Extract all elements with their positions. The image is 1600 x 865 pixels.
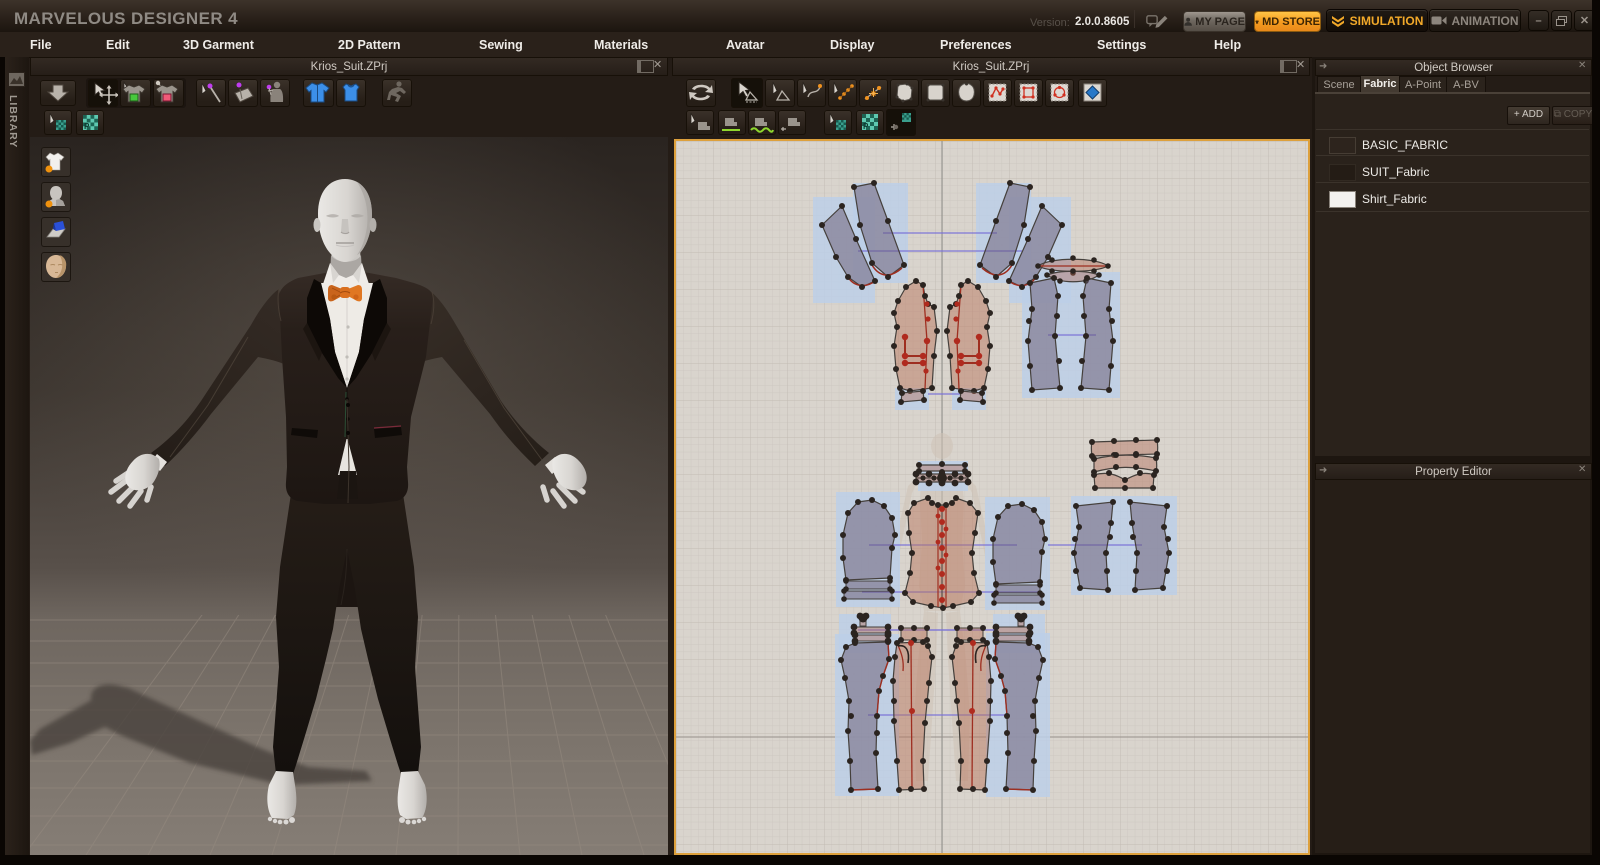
svg-text:P: P xyxy=(863,122,869,131)
svg-text:P: P xyxy=(84,122,90,131)
